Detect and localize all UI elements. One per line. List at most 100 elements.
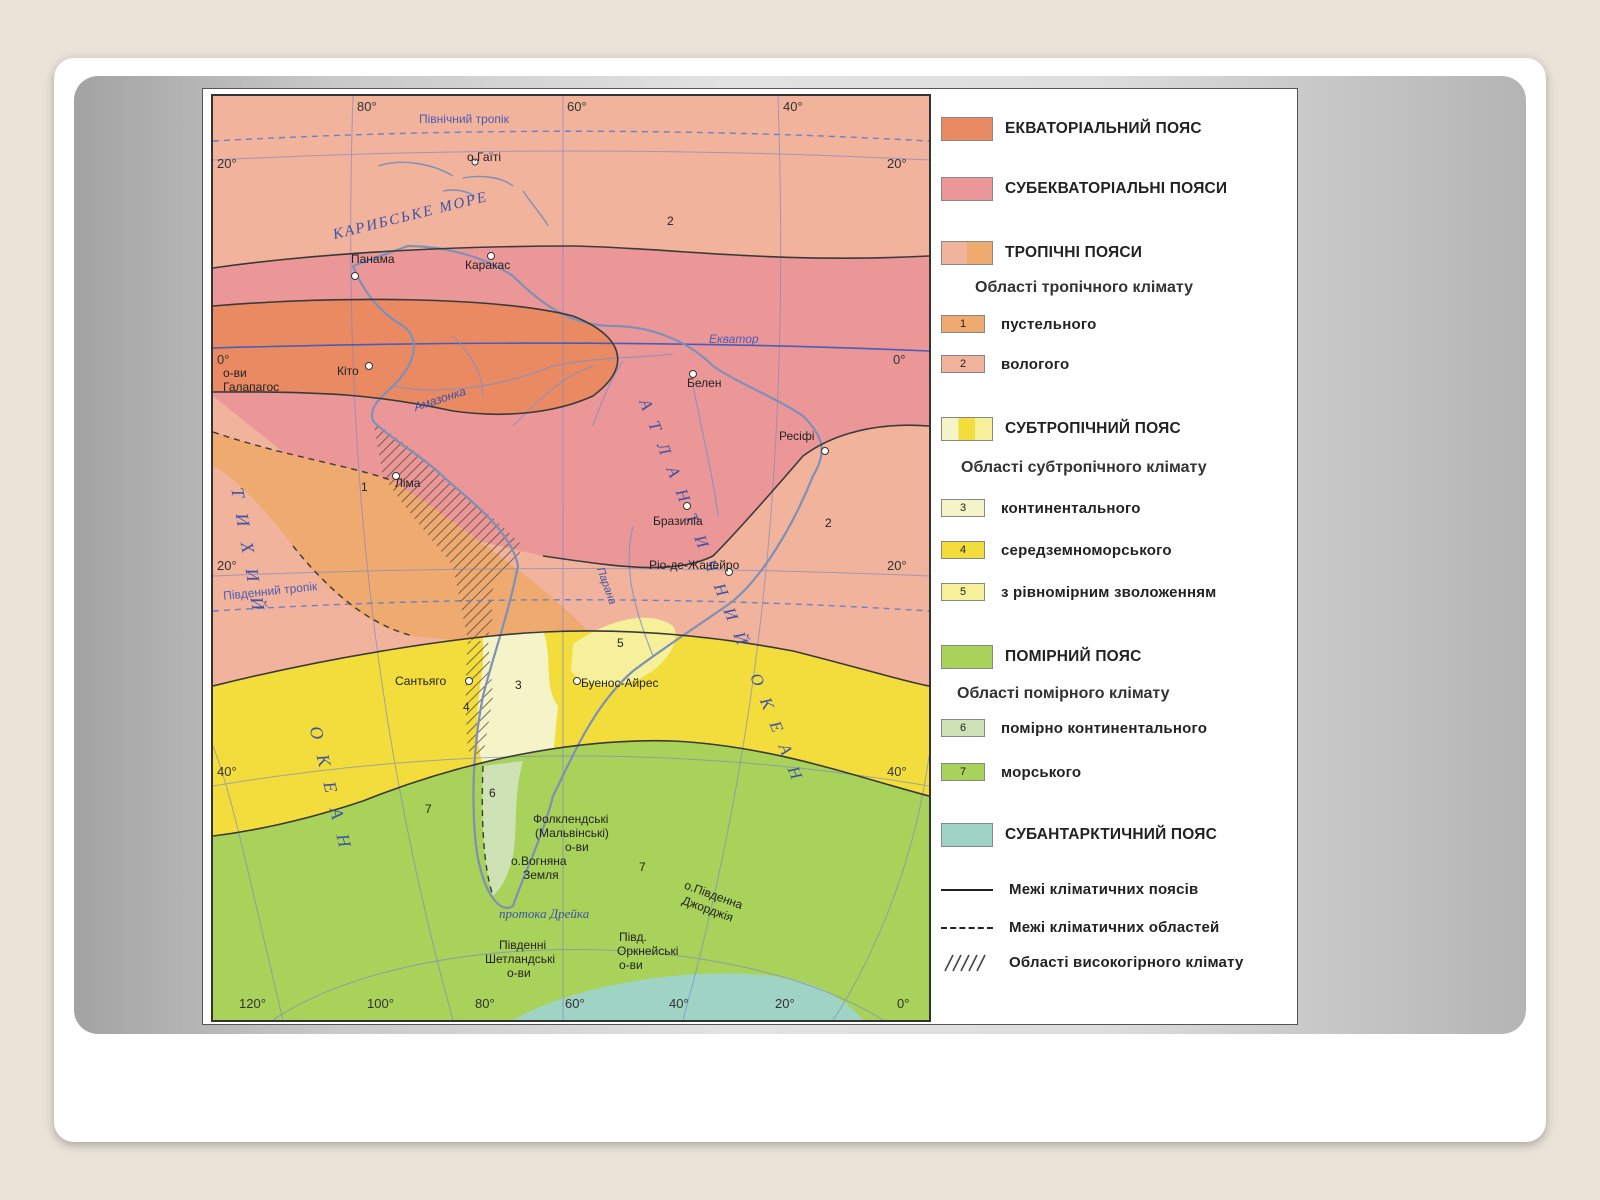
region-number: 5 [617, 636, 624, 650]
south-shetland-label-2: Шетландські [485, 952, 555, 966]
region-number: 7 [639, 860, 646, 874]
south-shetland-label-3: о-ви [507, 966, 531, 980]
legend-subtropical-humid: 5 з рівномірним зволоженням [941, 583, 1216, 601]
legend-label: ПОМІРНИЙ ПОЯС [1005, 648, 1142, 665]
map-svg [213, 96, 929, 1020]
region-number: 7 [425, 802, 432, 816]
legend-subtropical-mediterranean: 4 середземноморського [941, 541, 1172, 559]
lat-label-20n-left: 20° [217, 156, 237, 171]
legend-region-borders: Межі кліматичних областей [941, 919, 1219, 936]
haiti-label: о.Гаїті [467, 150, 502, 164]
swatch-number: 3 [941, 499, 985, 517]
region-number: 3 [515, 678, 522, 692]
region-number: 4 [463, 700, 470, 714]
legend-tropical-desert: 1 пустельного [941, 315, 1096, 333]
galapagos-label-1: о-ви [223, 366, 247, 380]
south-orkney-label-3: о-ви [619, 958, 643, 972]
legend-subantarctic: СУБАНТАРКТИЧНИЙ ПОЯС [941, 823, 1217, 847]
lon-label-40-top: 40° [783, 99, 803, 114]
lat-label-20n-right: 20° [887, 156, 907, 171]
legend-label: СУБТРОПІЧНИЙ ПОЯС [1005, 420, 1181, 437]
legend-tropical-wet: 2 вологого [941, 355, 1069, 373]
legend-label: СУБАНТАРКТИЧНИЙ ПОЯС [1005, 826, 1218, 843]
lon-label-60-top: 60° [567, 99, 587, 114]
subantarctic-swatch [941, 823, 993, 847]
lat-label-0-right: 0° [893, 352, 906, 367]
swatch-number: 2 [941, 355, 985, 373]
legend-subtitle: Області субтропічного клімату [961, 459, 1207, 476]
legend-label: Області високогірного клімату [1009, 953, 1244, 971]
quito-label: Кіто [337, 364, 359, 378]
legend-equatorial: ЕКВАТОРІАЛЬНИЙ ПОЯС [941, 117, 1202, 141]
falklands-label-2: (Мальвінські) [535, 826, 609, 840]
lima-label: Ліма [395, 476, 421, 490]
legend-subtitle: Області тропічного клімату [975, 279, 1193, 296]
region-number: 2 [825, 516, 832, 530]
climate-map-figure: 80° 60° 40° 120° 100° 80° 60° 40° 20° 0°… [202, 88, 1298, 1025]
legend-temperate: ПОМІРНИЙ ПОЯС [941, 645, 1141, 669]
swatch-number: 1 [941, 315, 985, 333]
subequatorial-swatch [941, 177, 993, 201]
equatorial-swatch [941, 117, 993, 141]
legend-label: континентального [1001, 499, 1141, 517]
buenos-aires-label: Буенос-Айрес [581, 676, 659, 690]
lon-label-100: 100° [367, 996, 394, 1011]
lat-label-20s-left: 20° [217, 558, 237, 573]
lon-label-20-bottom: 20° [775, 996, 795, 1011]
lon-label-40-bottom: 40° [669, 996, 689, 1011]
legend-label: ТРОПІЧНІ ПОЯСИ [1005, 244, 1143, 261]
lat-label-20s-right: 20° [887, 558, 907, 573]
santiago-label: Сантьяго [395, 674, 447, 688]
legend-label: пустельного [1001, 315, 1097, 333]
rio-label: Ріо-де-Жанейро [649, 558, 740, 572]
legend-highland: Області високогірного клімату [941, 951, 1244, 973]
brasilia-label: Бразиліа [653, 514, 703, 528]
legend-belt-borders: Межі кліматичних поясів [941, 881, 1198, 898]
falklands-label-3: о-ви [565, 840, 589, 854]
dashed-line-sample [941, 926, 993, 929]
solid-line-sample [941, 888, 993, 891]
lon-label-120: 120° [239, 996, 266, 1011]
temperate-swatch [941, 645, 993, 669]
legend-subequatorial: СУБЕКВАТОРІАЛЬНІ ПОЯСИ [941, 177, 1227, 201]
legend-label: морського [1001, 763, 1082, 781]
lon-label-0-bottom: 0° [897, 996, 910, 1011]
tierra-del-fuego-label-1: о.Вогняна [511, 854, 567, 868]
legend-subtropical-continental: 3 континентального [941, 499, 1141, 517]
legend-temperate-continental: 6 помірно континентального [941, 719, 1207, 737]
lon-label-80-bottom: 80° [475, 996, 495, 1011]
swatch-number: 5 [941, 583, 985, 601]
legend-label: ЕКВАТОРІАЛЬНИЙ ПОЯС [1005, 120, 1202, 137]
region-number: 6 [489, 786, 496, 800]
swatch-number: 6 [941, 719, 985, 737]
lat-label-0-left: 0° [217, 352, 230, 367]
panama-label: Панама [351, 252, 395, 266]
map-legend: ЕКВАТОРІАЛЬНИЙ ПОЯС СУБЕКВАТОРІАЛЬНІ ПОЯ… [941, 109, 1291, 1009]
legend-subtropical: СУБТРОПІЧНИЙ ПОЯС [941, 417, 1181, 441]
falklands-label-1: Фолклендські [533, 812, 609, 826]
swatch-number: 7 [941, 763, 985, 781]
legend-label: Межі кліматичних областей [1009, 919, 1220, 936]
north-tropic-label: Північний тропік [419, 112, 509, 126]
south-shetland-label-1: Південні [499, 938, 547, 952]
south-orkney-label-2: Оркнейські [617, 944, 679, 958]
lon-label-60-bottom: 60° [565, 996, 585, 1011]
belem-label: Белен [687, 376, 722, 390]
region-number: 2 [667, 214, 674, 228]
region-number: 1 [361, 480, 368, 494]
swatch-number: 4 [941, 541, 985, 559]
subtropical-swatch [941, 417, 993, 441]
legend-label: середземноморського [1001, 541, 1172, 559]
hatch-sample [944, 954, 986, 972]
tierra-del-fuego-label-2: Земля [523, 868, 559, 882]
legend-subtitle: Області помірного клімату [957, 685, 1170, 702]
legend-label: помірно континентального [1001, 719, 1208, 737]
galapagos-label-2: Галапагос [223, 380, 280, 394]
legend-label: вологого [1001, 355, 1070, 373]
lat-label-40s-right: 40° [887, 764, 907, 779]
equator-label: Екватор [709, 332, 759, 346]
lon-label-80-top: 80° [357, 99, 377, 114]
legend-tropical: ТРОПІЧНІ ПОЯСИ [941, 241, 1142, 265]
lat-label-40s-left: 40° [217, 764, 237, 779]
drake-passage-label: протока Дрейка [499, 906, 590, 921]
